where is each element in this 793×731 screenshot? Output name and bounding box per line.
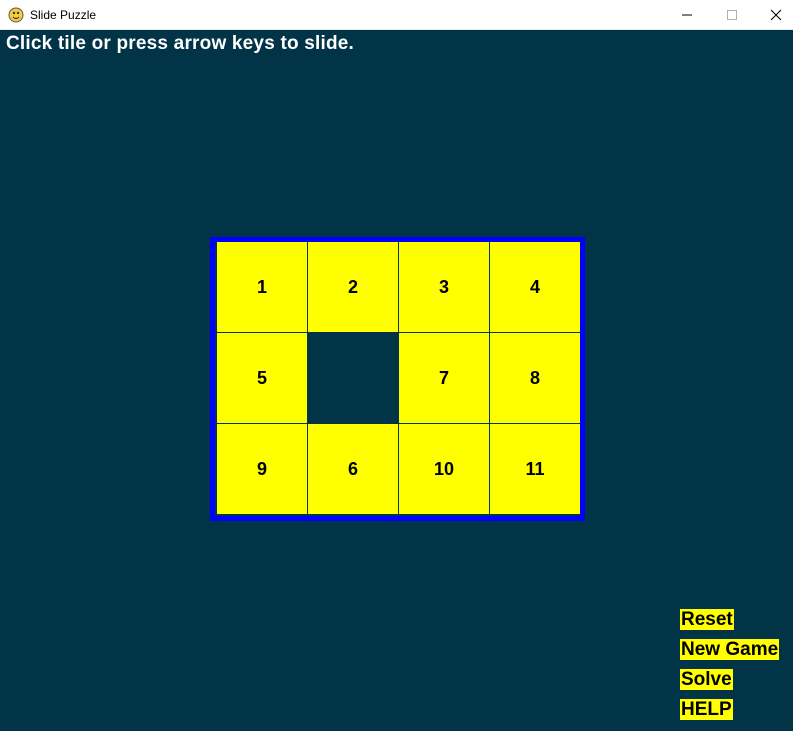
tile[interactable]: 8 — [490, 333, 580, 423]
maximize-button[interactable] — [709, 0, 755, 30]
window-title: Slide Puzzle — [30, 8, 97, 22]
tile[interactable]: 5 — [217, 333, 307, 423]
new-game-button[interactable]: New Game — [680, 639, 780, 660]
tile[interactable]: 11 — [490, 424, 580, 514]
solve-button[interactable]: Solve — [680, 669, 733, 690]
tile[interactable]: 3 — [399, 242, 489, 332]
puzzle-board: 1 2 3 4 5 7 8 9 6 10 11 — [210, 237, 585, 521]
help-button[interactable]: HELP — [680, 699, 733, 720]
empty-slot — [308, 333, 399, 424]
tile[interactable]: 6 — [308, 424, 398, 514]
title-bar: Slide Puzzle — [0, 0, 793, 30]
reset-button[interactable]: Reset — [680, 609, 734, 630]
close-button[interactable] — [753, 0, 793, 30]
instruction-message: Click tile or press arrow keys to slide. — [6, 33, 355, 54]
tile[interactable]: 4 — [490, 242, 580, 332]
maximize-icon — [727, 10, 737, 20]
tile[interactable]: 10 — [399, 424, 489, 514]
tile[interactable]: 9 — [217, 424, 307, 514]
minimize-button[interactable] — [664, 0, 710, 30]
minimize-icon — [682, 14, 692, 16]
tile[interactable]: 7 — [399, 333, 489, 423]
tile[interactable]: 2 — [308, 242, 398, 332]
game-canvas: Click tile or press arrow keys to slide.… — [0, 30, 793, 731]
tile[interactable]: 1 — [217, 242, 307, 332]
pygame-snake-icon — [8, 7, 24, 23]
close-icon — [770, 9, 782, 21]
